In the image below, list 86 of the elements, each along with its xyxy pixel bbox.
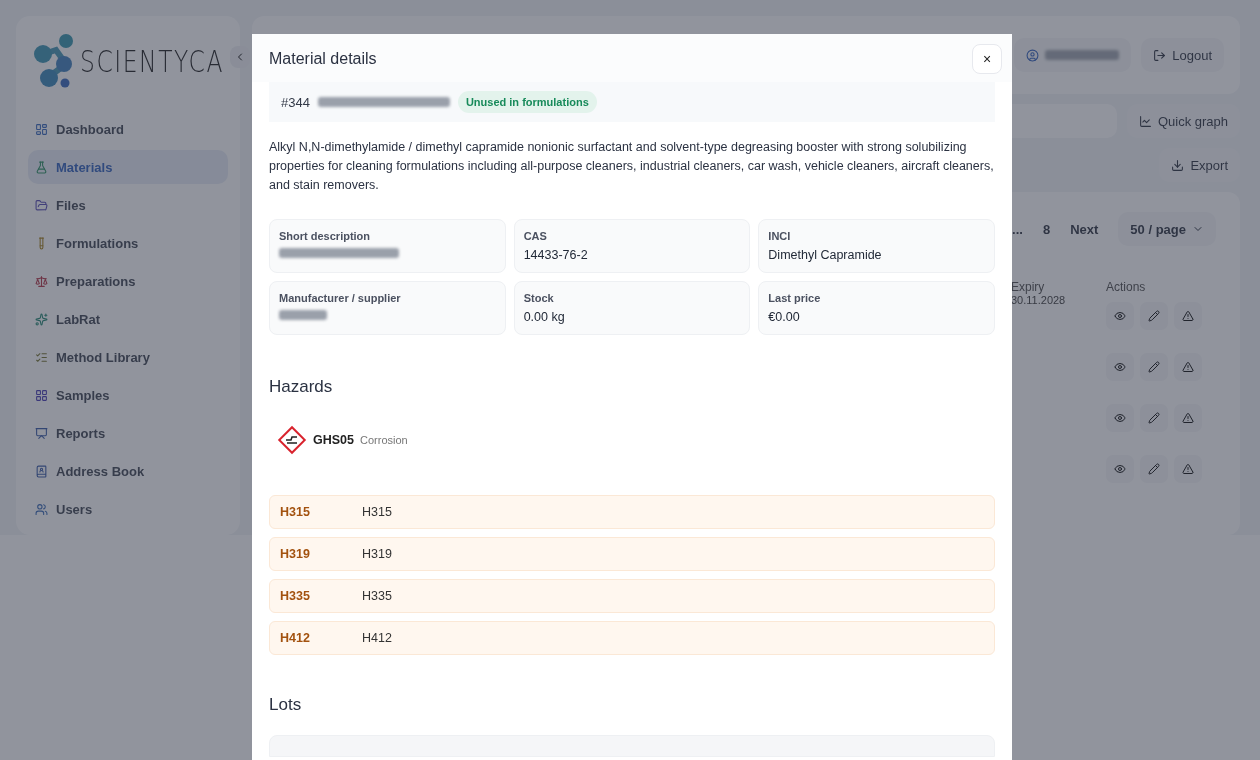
hazard-code: H412 bbox=[279, 631, 311, 645]
field-label: Short description bbox=[279, 230, 372, 242]
field-label: Stock bbox=[523, 292, 555, 304]
page-link[interactable]: 8 bbox=[1042, 221, 1051, 237]
edit-button[interactable] bbox=[1140, 302, 1168, 330]
warning-icon bbox=[1182, 412, 1194, 424]
address-book-icon bbox=[35, 464, 48, 478]
scale-icon bbox=[35, 274, 48, 288]
material-number: #344 bbox=[281, 94, 310, 110]
chart-board-icon bbox=[35, 426, 48, 440]
pagination-ellipsis: ... bbox=[1012, 221, 1023, 237]
dialog-title: Material details bbox=[269, 50, 377, 68]
folder-icon bbox=[35, 198, 48, 212]
sidebar-item[interactable]: Materials bbox=[28, 150, 228, 184]
users-icon bbox=[35, 502, 48, 516]
pencil-icon bbox=[1148, 361, 1160, 373]
logo-text: SCIENTYCA bbox=[80, 43, 225, 79]
hazard-button[interactable] bbox=[1174, 404, 1202, 432]
field-value: 14433-76-2 bbox=[523, 248, 589, 262]
sidebar-item[interactable]: Reports bbox=[28, 416, 228, 450]
field-label: CAS bbox=[523, 230, 548, 242]
sidebar-item[interactable]: Method Library bbox=[28, 340, 228, 374]
eye-icon bbox=[1114, 361, 1126, 373]
checklist-icon bbox=[35, 350, 48, 364]
sidebar-item[interactable]: Samples bbox=[28, 378, 228, 412]
user-icon bbox=[1026, 48, 1040, 62]
hazard-code: H319 bbox=[279, 547, 311, 561]
logout-icon bbox=[1153, 48, 1167, 62]
field-value: Dimethyl Capramide bbox=[768, 248, 883, 262]
edit-button[interactable] bbox=[1140, 404, 1168, 432]
field-label: INCI bbox=[768, 230, 792, 242]
eye-icon bbox=[1114, 412, 1126, 424]
hazard-button[interactable] bbox=[1174, 353, 1202, 381]
hazard-code: H335 bbox=[279, 589, 311, 603]
dashboard-icon bbox=[35, 122, 48, 136]
hazard-button[interactable] bbox=[1174, 455, 1202, 483]
sidebar-item[interactable]: Address Book bbox=[28, 454, 228, 488]
edit-button[interactable] bbox=[1140, 353, 1168, 381]
sidebar-item[interactable]: Files bbox=[28, 188, 228, 222]
view-button[interactable] bbox=[1106, 302, 1134, 330]
page-size-select[interactable]: 50 / page bbox=[1118, 212, 1216, 246]
field-label: Last price bbox=[768, 292, 822, 304]
warning-icon bbox=[1182, 310, 1194, 322]
pencil-icon bbox=[1148, 310, 1160, 322]
line-chart-icon bbox=[1138, 114, 1152, 128]
pictogram-name: Corrosion bbox=[360, 434, 408, 446]
hazard-text: H315 bbox=[362, 505, 392, 519]
download-icon bbox=[1171, 158, 1185, 172]
hazard-text: H335 bbox=[362, 589, 392, 603]
warning-icon bbox=[1182, 463, 1194, 475]
view-button[interactable] bbox=[1106, 353, 1134, 381]
sidebar-item[interactable]: LabRat bbox=[28, 302, 228, 336]
next-link[interactable]: Next bbox=[1070, 221, 1099, 237]
eye-icon bbox=[1114, 463, 1126, 475]
sidebar-item[interactable]: Users bbox=[28, 492, 228, 526]
pencil-icon bbox=[1148, 412, 1160, 424]
material-description: Alkyl N,N-dimethylamide / dimethyl capramide nonionic surfactant and solvent-type degreasing booster with strong solubilizing properties for cleaning formulations including all-purpose cleaners, industrial cleaners, car wash, vehicle cleaners, aircraft cleaners, and stain removers. bbox=[269, 139, 995, 194]
close-button[interactable]: × bbox=[972, 44, 1002, 74]
grid-icon bbox=[35, 388, 48, 402]
column-header: Actions bbox=[1106, 280, 1147, 294]
view-button[interactable] bbox=[1106, 404, 1134, 432]
table-cell-text: 30.11.2028 bbox=[1011, 294, 1067, 306]
flask-icon bbox=[35, 160, 48, 174]
logout-button[interactable]: Logout bbox=[1141, 38, 1224, 72]
field-value: €0.00 bbox=[768, 310, 801, 324]
hazard-text: H319 bbox=[362, 547, 392, 561]
field-value: 0.00 kg bbox=[523, 310, 566, 324]
hazard-button[interactable] bbox=[1174, 302, 1202, 330]
status-badge: Unused in formulations bbox=[457, 91, 597, 113]
field-label: Manufacturer / supplier bbox=[279, 292, 402, 304]
sparkles-icon bbox=[35, 312, 48, 326]
view-button[interactable] bbox=[1106, 455, 1134, 483]
hazard-text: H412 bbox=[362, 631, 392, 645]
logo-icon bbox=[34, 34, 74, 88]
pencil-icon bbox=[1148, 463, 1160, 475]
section-heading: Hazards bbox=[269, 377, 334, 397]
sidebar-item[interactable]: Preparations bbox=[28, 264, 228, 298]
sidebar-item[interactable]: Formulations bbox=[28, 226, 228, 260]
pictogram-code: GHS05 bbox=[313, 433, 354, 447]
sidebar-item[interactable]: Dashboard bbox=[28, 112, 228, 146]
column-header: Expiry bbox=[1011, 280, 1046, 294]
eye-icon bbox=[1114, 310, 1126, 322]
edit-button[interactable] bbox=[1140, 455, 1168, 483]
hazard-code: H315 bbox=[279, 505, 311, 519]
section-heading: Lots bbox=[269, 695, 303, 715]
warning-icon bbox=[1182, 361, 1194, 373]
